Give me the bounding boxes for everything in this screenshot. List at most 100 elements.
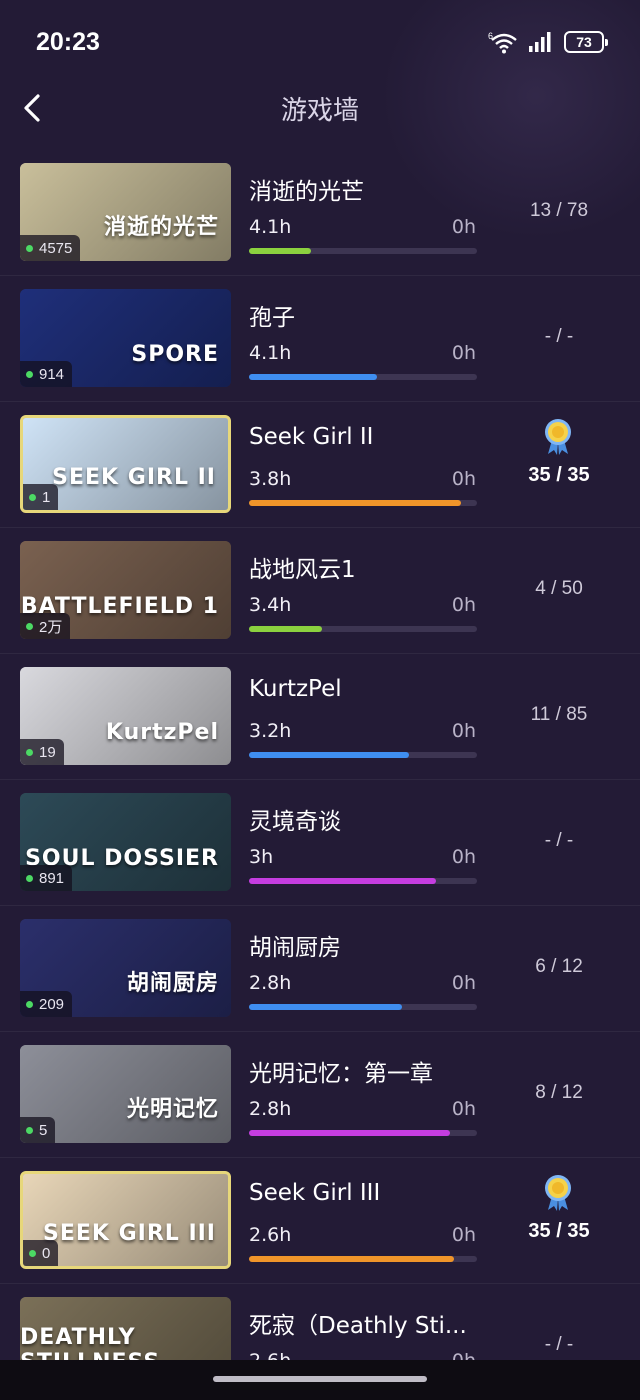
recent-playtime: 0h (451, 468, 476, 490)
game-row[interactable]: SPORE 914 孢子 4.1h 0h - / - (0, 276, 640, 402)
game-row[interactable]: SOUL DOSSIER 891 灵境奇谈 3h 0h - / - (0, 780, 640, 906)
game-name: KurtzPel (249, 676, 342, 702)
status-icons: 6 73 (488, 30, 608, 54)
playtime-progress-fill (249, 374, 377, 380)
playtime-progress-fill (249, 248, 311, 254)
game-cover-title: SPORE (131, 342, 219, 367)
recent-playtime: 0h (451, 720, 476, 742)
total-playtime: 2.6h (249, 1224, 292, 1246)
playtime-progress-bar (249, 878, 477, 884)
game-thumbnail[interactable]: SEEK GIRL III 0 (20, 1171, 231, 1269)
online-players-count: 209 (39, 995, 65, 1013)
total-playtime: 2.8h (249, 1098, 292, 1120)
system-nav-bar (0, 1360, 640, 1400)
online-dot-icon (26, 874, 33, 882)
achievement-count: 11 / 85 (530, 704, 588, 725)
achievement-medal-icon (540, 1172, 576, 1212)
game-thumbnail[interactable]: SPORE 914 (20, 289, 231, 387)
battery-level: 73 (576, 34, 592, 50)
recent-playtime: 0h (451, 972, 476, 994)
online-players-count: 914 (39, 365, 65, 383)
game-cover-title: SEEK GIRL III (42, 1221, 216, 1246)
playtime-progress-bar (249, 626, 477, 632)
home-indicator[interactable] (213, 1376, 427, 1382)
online-players-count: 5 (39, 1121, 48, 1139)
online-players-count: 1 (42, 488, 51, 506)
online-dot-icon (29, 493, 36, 501)
playtime-progress-bar (249, 1004, 477, 1010)
game-thumbnail[interactable]: 胡闹厨房 209 (20, 919, 231, 1017)
achievement-count: 6 / 12 (535, 956, 583, 977)
online-players-badge: 914 (20, 361, 73, 387)
recent-playtime: 0h (451, 1098, 476, 1120)
playtime-progress-bar (249, 500, 477, 506)
game-cover-title: SEEK GIRL II (52, 465, 216, 490)
achievement-count: 8 / 12 (535, 1082, 583, 1103)
total-playtime: 4.1h (249, 342, 292, 364)
game-list: 消逝的光芒 4575 消逝的光芒 4.1h 0h 13 / 78 SPORE 914 孢子 4.1… (0, 150, 640, 1400)
online-dot-icon (26, 244, 33, 252)
online-players-badge: 209 (20, 991, 73, 1017)
playtime-progress-bar (249, 374, 477, 380)
playtime-progress-bar (249, 752, 477, 758)
playtime-progress-fill (249, 626, 322, 632)
game-row[interactable]: 胡闹厨房 209 胡闹厨房 2.8h 0h 6 / 12 (0, 906, 640, 1032)
total-playtime: 2.8h (249, 972, 292, 994)
wifi-icon: 6 (488, 30, 518, 54)
online-players-count: 19 (39, 743, 56, 761)
playtime-progress-bar (249, 1256, 477, 1262)
game-row[interactable]: SEEK GIRL III 0 Seek Girl III 2.6h 0h 35 / 35 (0, 1158, 640, 1284)
total-playtime: 3.2h (249, 720, 292, 742)
game-thumbnail[interactable]: 消逝的光芒 4575 (20, 163, 231, 261)
game-thumbnail[interactable]: SEEK GIRL II 1 (20, 415, 231, 513)
status-time: 20:23 (36, 28, 100, 56)
achievement-count: 35 / 35 (528, 464, 590, 486)
signal-icon (528, 31, 554, 53)
online-players-badge: 0 (23, 1240, 59, 1266)
playtime-progress-bar (249, 248, 477, 254)
game-cover-title: KurtzPel (105, 720, 219, 745)
battery-tip (605, 39, 608, 46)
online-dot-icon (29, 1249, 36, 1257)
online-players-count: 0 (42, 1244, 51, 1262)
playtime-progress-fill (249, 878, 436, 884)
online-dot-icon (26, 748, 33, 756)
game-row[interactable]: BATTLEFIELD 1 2万 战地风云1 3.4h 0h 4 / 50 (0, 528, 640, 654)
game-name: 孢子 (249, 305, 295, 331)
total-playtime: 3h (249, 846, 274, 868)
game-thumbnail[interactable]: 光明记忆 5 (20, 1045, 231, 1143)
game-row[interactable]: KurtzPel 19 KurtzPel 3.2h 0h 11 / 85 (0, 654, 640, 780)
online-players-count: 2万 (39, 618, 63, 636)
achievement-count: - / - (544, 1334, 574, 1355)
game-name: 胡闹厨房 (249, 935, 341, 961)
recent-playtime: 0h (451, 342, 476, 364)
total-playtime: 4.1h (249, 216, 292, 238)
game-row[interactable]: SEEK GIRL II 1 Seek Girl II 3.8h 0h 35 / 35 (0, 402, 640, 528)
recent-playtime: 0h (451, 1224, 476, 1246)
playtime-progress-fill (249, 752, 409, 758)
playtime-progress-fill (249, 1256, 455, 1262)
game-row[interactable]: 光明记忆 5 光明记忆：第一章 2.8h 0h 8 / 12 (0, 1032, 640, 1158)
online-players-count: 4575 (39, 239, 73, 257)
online-players-badge: 19 (20, 739, 64, 765)
page-title: 游戏墙 (280, 96, 359, 126)
online-dot-icon (26, 1126, 33, 1134)
battery-indicator: 73 (564, 31, 608, 53)
game-name: 消逝的光芒 (249, 179, 364, 205)
achievement-medal-icon (540, 416, 576, 456)
game-cover-title: 胡闹厨房 (126, 971, 219, 996)
game-row[interactable]: 消逝的光芒 4575 消逝的光芒 4.1h 0h 13 / 78 (0, 150, 640, 276)
game-name: 战地风云1 (249, 557, 356, 583)
online-players-badge: 891 (20, 865, 73, 891)
total-playtime: 3.4h (249, 594, 292, 616)
playtime-progress-fill (249, 1004, 402, 1010)
online-dot-icon (26, 370, 33, 378)
online-dot-icon (26, 622, 33, 630)
game-name: 死寂（Deathly Sti... (249, 1313, 467, 1339)
online-players-badge: 4575 (20, 235, 81, 261)
game-thumbnail[interactable]: KurtzPel 19 (20, 667, 231, 765)
game-thumbnail[interactable]: SOUL DOSSIER 891 (20, 793, 231, 891)
game-thumbnail[interactable]: BATTLEFIELD 1 2万 (20, 541, 231, 639)
game-name: 光明记忆：第一章 (249, 1061, 433, 1087)
game-name: Seek Girl II (249, 424, 374, 450)
